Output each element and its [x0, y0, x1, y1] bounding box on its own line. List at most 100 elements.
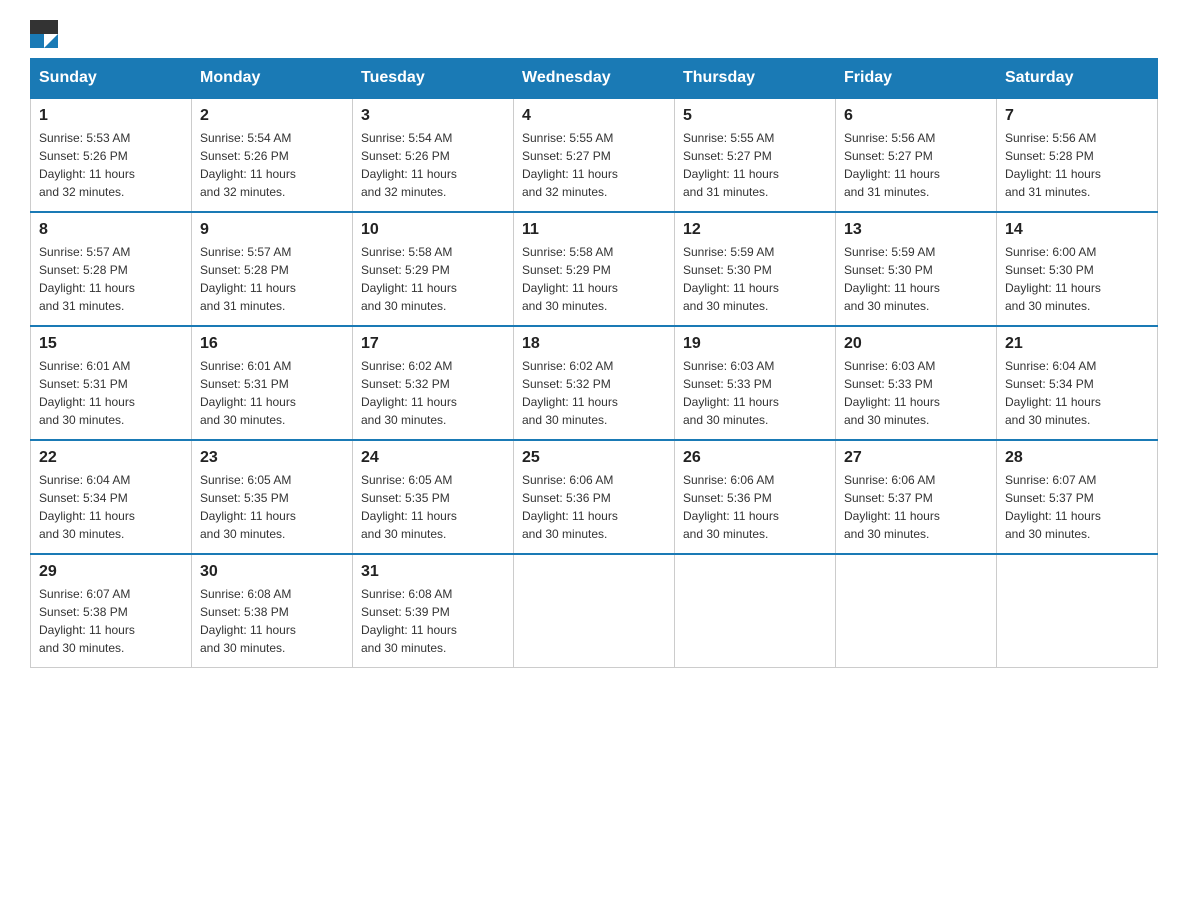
calendar-cell: 27 Sunrise: 6:06 AMSunset: 5:37 PMDaylig… [836, 440, 997, 554]
weekday-header-tuesday: Tuesday [353, 59, 514, 99]
day-number: 3 [361, 107, 505, 125]
day-info: Sunrise: 6:06 AMSunset: 5:36 PMDaylight:… [522, 473, 618, 541]
calendar-cell [675, 554, 836, 668]
calendar-cell: 28 Sunrise: 6:07 AMSunset: 5:37 PMDaylig… [997, 440, 1158, 554]
day-number: 29 [39, 563, 183, 581]
calendar-cell: 18 Sunrise: 6:02 AMSunset: 5:32 PMDaylig… [514, 326, 675, 440]
weekday-header-thursday: Thursday [675, 59, 836, 99]
calendar-cell: 13 Sunrise: 5:59 AMSunset: 5:30 PMDaylig… [836, 212, 997, 326]
day-info: Sunrise: 6:01 AMSunset: 5:31 PMDaylight:… [200, 359, 296, 427]
calendar-cell: 24 Sunrise: 6:05 AMSunset: 5:35 PMDaylig… [353, 440, 514, 554]
calendar-cell: 4 Sunrise: 5:55 AMSunset: 5:27 PMDayligh… [514, 98, 675, 212]
calendar-cell: 22 Sunrise: 6:04 AMSunset: 5:34 PMDaylig… [31, 440, 192, 554]
day-number: 26 [683, 449, 827, 467]
weekday-header-wednesday: Wednesday [514, 59, 675, 99]
day-number: 20 [844, 335, 988, 353]
day-number: 19 [683, 335, 827, 353]
day-info: Sunrise: 5:57 AMSunset: 5:28 PMDaylight:… [39, 245, 135, 313]
calendar-cell: 31 Sunrise: 6:08 AMSunset: 5:39 PMDaylig… [353, 554, 514, 668]
day-info: Sunrise: 5:59 AMSunset: 5:30 PMDaylight:… [844, 245, 940, 313]
calendar-cell: 16 Sunrise: 6:01 AMSunset: 5:31 PMDaylig… [192, 326, 353, 440]
day-number: 21 [1005, 335, 1149, 353]
day-number: 2 [200, 107, 344, 125]
calendar-cell: 20 Sunrise: 6:03 AMSunset: 5:33 PMDaylig… [836, 326, 997, 440]
day-info: Sunrise: 5:58 AMSunset: 5:29 PMDaylight:… [522, 245, 618, 313]
day-number: 18 [522, 335, 666, 353]
day-info: Sunrise: 6:04 AMSunset: 5:34 PMDaylight:… [1005, 359, 1101, 427]
day-number: 28 [1005, 449, 1149, 467]
day-number: 6 [844, 107, 988, 125]
day-number: 7 [1005, 107, 1149, 125]
day-info: Sunrise: 6:03 AMSunset: 5:33 PMDaylight:… [683, 359, 779, 427]
day-number: 5 [683, 107, 827, 125]
calendar-cell: 23 Sunrise: 6:05 AMSunset: 5:35 PMDaylig… [192, 440, 353, 554]
calendar-cell: 2 Sunrise: 5:54 AMSunset: 5:26 PMDayligh… [192, 98, 353, 212]
day-number: 22 [39, 449, 183, 467]
day-number: 9 [200, 221, 344, 239]
day-number: 10 [361, 221, 505, 239]
calendar-cell: 25 Sunrise: 6:06 AMSunset: 5:36 PMDaylig… [514, 440, 675, 554]
calendar-cell: 19 Sunrise: 6:03 AMSunset: 5:33 PMDaylig… [675, 326, 836, 440]
day-info: Sunrise: 6:01 AMSunset: 5:31 PMDaylight:… [39, 359, 135, 427]
day-number: 27 [844, 449, 988, 467]
day-info: Sunrise: 5:56 AMSunset: 5:27 PMDaylight:… [844, 131, 940, 199]
day-number: 11 [522, 221, 666, 239]
logo-icon [30, 20, 58, 48]
day-number: 17 [361, 335, 505, 353]
day-info: Sunrise: 6:05 AMSunset: 5:35 PMDaylight:… [200, 473, 296, 541]
day-info: Sunrise: 5:57 AMSunset: 5:28 PMDaylight:… [200, 245, 296, 313]
day-info: Sunrise: 6:02 AMSunset: 5:32 PMDaylight:… [522, 359, 618, 427]
weekday-header-row: SundayMondayTuesdayWednesdayThursdayFrid… [31, 59, 1158, 99]
weekday-header-friday: Friday [836, 59, 997, 99]
day-number: 30 [200, 563, 344, 581]
weekday-header-monday: Monday [192, 59, 353, 99]
day-info: Sunrise: 6:08 AMSunset: 5:39 PMDaylight:… [361, 587, 457, 655]
day-info: Sunrise: 6:03 AMSunset: 5:33 PMDaylight:… [844, 359, 940, 427]
day-info: Sunrise: 6:05 AMSunset: 5:35 PMDaylight:… [361, 473, 457, 541]
calendar-cell: 17 Sunrise: 6:02 AMSunset: 5:32 PMDaylig… [353, 326, 514, 440]
day-number: 13 [844, 221, 988, 239]
calendar-cell [997, 554, 1158, 668]
day-number: 24 [361, 449, 505, 467]
calendar-body: 1 Sunrise: 5:53 AMSunset: 5:26 PMDayligh… [31, 98, 1158, 668]
day-number: 15 [39, 335, 183, 353]
calendar-cell: 14 Sunrise: 6:00 AMSunset: 5:30 PMDaylig… [997, 212, 1158, 326]
day-number: 25 [522, 449, 666, 467]
day-number: 14 [1005, 221, 1149, 239]
calendar-cell: 7 Sunrise: 5:56 AMSunset: 5:28 PMDayligh… [997, 98, 1158, 212]
calendar-cell: 1 Sunrise: 5:53 AMSunset: 5:26 PMDayligh… [31, 98, 192, 212]
calendar-cell: 30 Sunrise: 6:08 AMSunset: 5:38 PMDaylig… [192, 554, 353, 668]
calendar-cell [836, 554, 997, 668]
logo [30, 20, 62, 48]
week-row-5: 29 Sunrise: 6:07 AMSunset: 5:38 PMDaylig… [31, 554, 1158, 668]
day-number: 8 [39, 221, 183, 239]
calendar-cell: 10 Sunrise: 5:58 AMSunset: 5:29 PMDaylig… [353, 212, 514, 326]
page-header [30, 20, 1158, 48]
week-row-1: 1 Sunrise: 5:53 AMSunset: 5:26 PMDayligh… [31, 98, 1158, 212]
calendar-header: SundayMondayTuesdayWednesdayThursdayFrid… [31, 59, 1158, 99]
calendar-cell: 3 Sunrise: 5:54 AMSunset: 5:26 PMDayligh… [353, 98, 514, 212]
calendar-cell: 9 Sunrise: 5:57 AMSunset: 5:28 PMDayligh… [192, 212, 353, 326]
day-info: Sunrise: 5:58 AMSunset: 5:29 PMDaylight:… [361, 245, 457, 313]
day-info: Sunrise: 5:56 AMSunset: 5:28 PMDaylight:… [1005, 131, 1101, 199]
week-row-4: 22 Sunrise: 6:04 AMSunset: 5:34 PMDaylig… [31, 440, 1158, 554]
day-info: Sunrise: 6:06 AMSunset: 5:36 PMDaylight:… [683, 473, 779, 541]
day-number: 4 [522, 107, 666, 125]
weekday-header-sunday: Sunday [31, 59, 192, 99]
day-info: Sunrise: 6:04 AMSunset: 5:34 PMDaylight:… [39, 473, 135, 541]
weekday-header-saturday: Saturday [997, 59, 1158, 99]
day-info: Sunrise: 6:08 AMSunset: 5:38 PMDaylight:… [200, 587, 296, 655]
day-number: 12 [683, 221, 827, 239]
calendar-cell: 12 Sunrise: 5:59 AMSunset: 5:30 PMDaylig… [675, 212, 836, 326]
calendar-cell: 21 Sunrise: 6:04 AMSunset: 5:34 PMDaylig… [997, 326, 1158, 440]
calendar-cell: 8 Sunrise: 5:57 AMSunset: 5:28 PMDayligh… [31, 212, 192, 326]
day-number: 1 [39, 107, 183, 125]
calendar-cell: 11 Sunrise: 5:58 AMSunset: 5:29 PMDaylig… [514, 212, 675, 326]
calendar-cell: 29 Sunrise: 6:07 AMSunset: 5:38 PMDaylig… [31, 554, 192, 668]
calendar-cell: 26 Sunrise: 6:06 AMSunset: 5:36 PMDaylig… [675, 440, 836, 554]
calendar-cell: 5 Sunrise: 5:55 AMSunset: 5:27 PMDayligh… [675, 98, 836, 212]
week-row-2: 8 Sunrise: 5:57 AMSunset: 5:28 PMDayligh… [31, 212, 1158, 326]
day-info: Sunrise: 5:55 AMSunset: 5:27 PMDaylight:… [683, 131, 779, 199]
day-info: Sunrise: 5:59 AMSunset: 5:30 PMDaylight:… [683, 245, 779, 313]
day-info: Sunrise: 6:02 AMSunset: 5:32 PMDaylight:… [361, 359, 457, 427]
